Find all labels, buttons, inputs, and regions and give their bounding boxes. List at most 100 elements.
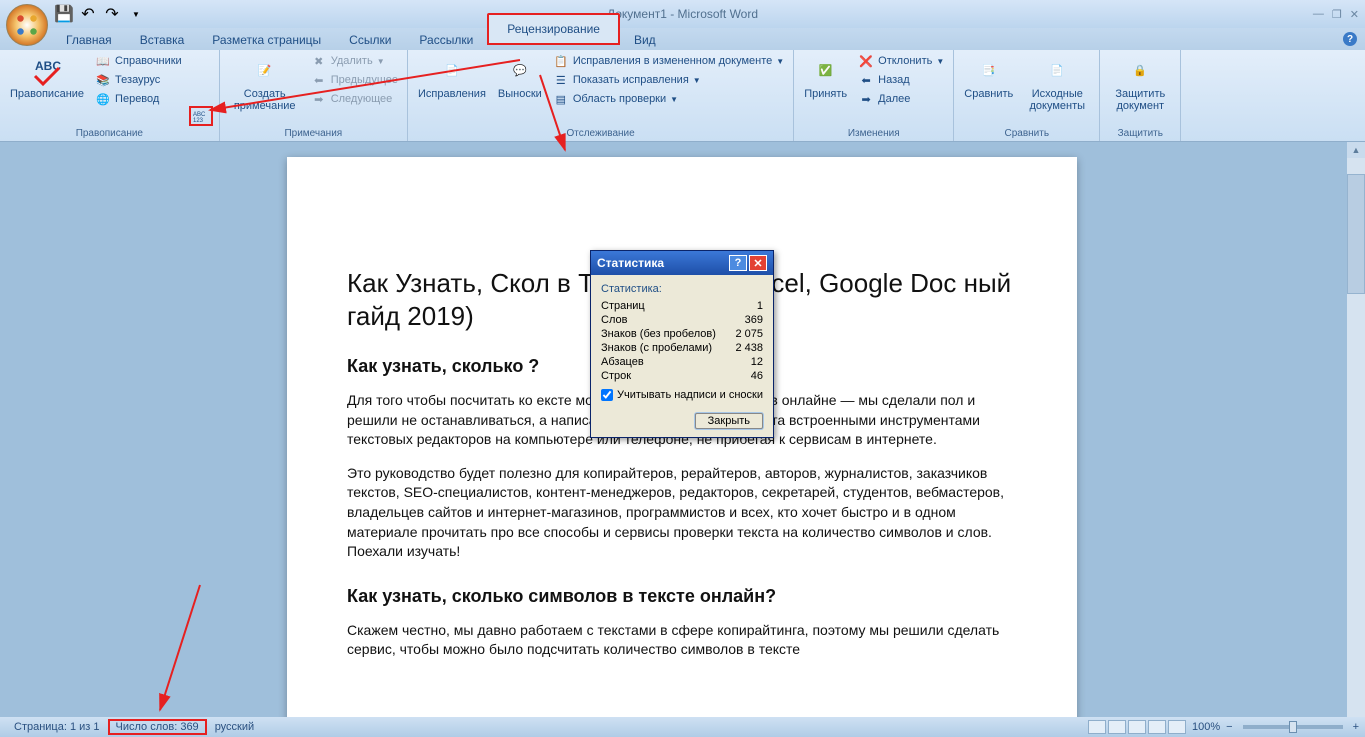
prev-change-button[interactable]: ⬅Назад bbox=[855, 71, 947, 89]
zoom-in-icon[interactable]: + bbox=[1353, 721, 1359, 733]
stat-lines: Строк46 bbox=[601, 369, 763, 383]
close-button[interactable]: Закрыть bbox=[695, 413, 763, 429]
group-proofing: ABC Правописание 📖Справочники 📚Тезаурус … bbox=[0, 50, 220, 141]
vertical-scrollbar[interactable]: ▲ bbox=[1347, 142, 1365, 717]
status-word-count[interactable]: Число слов: 369 bbox=[108, 719, 207, 735]
ribbon: ABC Правописание 📖Справочники 📚Тезаурус … bbox=[0, 50, 1365, 142]
comment-icon: 📝 bbox=[249, 54, 281, 86]
checkbox-input[interactable] bbox=[601, 389, 613, 401]
ribbon-tabs: Главная Вставка Разметка страницы Ссылки… bbox=[0, 28, 1365, 50]
display-for-review-dropdown[interactable]: 📋Исправления в измененном документе▼ bbox=[550, 52, 787, 70]
track-icon: 📄 bbox=[436, 54, 468, 86]
compare-icon: 📑 bbox=[973, 54, 1005, 86]
word-count-button[interactable]: ABC123 bbox=[189, 106, 213, 126]
back-icon: ⬅ bbox=[858, 72, 874, 88]
dialog-help-icon[interactable]: ? bbox=[729, 255, 747, 271]
tab-view[interactable]: Вид bbox=[620, 30, 670, 50]
pane-icon: ▤ bbox=[553, 91, 569, 107]
markup-icon: ☰ bbox=[553, 72, 569, 88]
stat-paragraphs: Абзацев12 bbox=[601, 355, 763, 369]
statistics-dialog: Статистика ? ✕ Статистика: Страниц1 Слов… bbox=[590, 250, 774, 438]
tab-references[interactable]: Ссылки bbox=[335, 30, 405, 50]
prev-icon: ⬅ bbox=[311, 72, 327, 88]
spelling-button[interactable]: ABC Правописание bbox=[6, 52, 88, 126]
doc-heading2b: Как узнать, сколько символов в тексте он… bbox=[347, 586, 1017, 607]
delete-icon: ✖ bbox=[311, 53, 327, 69]
maximize-icon[interactable]: ❐ bbox=[1332, 8, 1342, 21]
quick-access-toolbar: 💾 ↶ ↷ ▼ bbox=[55, 5, 145, 23]
scroll-up-icon[interactable]: ▲ bbox=[1347, 142, 1365, 158]
stat-chars-space: Знаков (с пробелами)2 438 bbox=[601, 341, 763, 355]
help-icon[interactable]: ? bbox=[1343, 32, 1357, 46]
translate-button[interactable]: 🌐Перевод bbox=[92, 90, 185, 108]
statusbar: Страница: 1 из 1 Число слов: 369 русский… bbox=[0, 717, 1365, 737]
forward-icon: ➡ bbox=[858, 91, 874, 107]
status-language[interactable]: русский bbox=[207, 721, 262, 733]
thesaurus-icon: 📚 bbox=[95, 72, 111, 88]
translate-icon: 🌐 bbox=[95, 91, 111, 107]
book-icon: 📖 bbox=[95, 53, 111, 69]
track-changes-button[interactable]: 📄 Исправления bbox=[414, 52, 490, 126]
stat-chars-nospace: Знаков (без пробелов)2 075 bbox=[601, 327, 763, 341]
show-markup-button[interactable]: ☰Показать исправления▼ bbox=[550, 71, 787, 89]
accept-icon: ✅ bbox=[810, 54, 842, 86]
reject-button[interactable]: ❌Отклонить▼ bbox=[855, 52, 947, 70]
research-button[interactable]: 📖Справочники bbox=[92, 52, 185, 70]
tab-pagelayout[interactable]: Разметка страницы bbox=[198, 30, 335, 50]
lock-icon: 🔒 bbox=[1124, 54, 1156, 86]
next-comment-button[interactable]: ➡Следующее bbox=[308, 90, 401, 108]
tab-review[interactable]: Рецензирование bbox=[487, 13, 620, 45]
thesaurus-button[interactable]: 📚Тезаурус bbox=[92, 71, 185, 89]
svg-text:123: 123 bbox=[193, 118, 204, 123]
display-icon: 📋 bbox=[553, 53, 569, 69]
reviewing-pane-button[interactable]: ▤Область проверки▼ bbox=[550, 90, 787, 108]
view-draft-icon[interactable] bbox=[1168, 720, 1186, 734]
reject-icon: ❌ bbox=[858, 53, 874, 69]
group-comments: 📝 Создать примечание ✖Удалить▼ ⬅Предыдущ… bbox=[220, 50, 408, 141]
tab-mailings[interactable]: Рассылки bbox=[405, 30, 487, 50]
show-source-button[interactable]: 📄 Исходные документы bbox=[1021, 52, 1093, 126]
view-web-icon[interactable] bbox=[1128, 720, 1146, 734]
new-comment-button[interactable]: 📝 Создать примечание bbox=[226, 52, 304, 126]
zoom-out-icon[interactable]: − bbox=[1226, 721, 1232, 733]
next-change-button[interactable]: ➡Далее bbox=[855, 90, 947, 108]
view-outline-icon[interactable] bbox=[1148, 720, 1166, 734]
office-button[interactable] bbox=[6, 4, 48, 46]
view-fullscreen-icon[interactable] bbox=[1108, 720, 1126, 734]
window-title: Документ1 - Microsoft Word bbox=[607, 7, 758, 21]
qat-dropdown-icon[interactable]: ▼ bbox=[127, 5, 145, 23]
titlebar: 💾 ↶ ↷ ▼ Документ1 - Microsoft Word — ❐ ✕ bbox=[0, 0, 1365, 28]
prev-comment-button[interactable]: ⬅Предыдущее bbox=[308, 71, 401, 89]
status-page[interactable]: Страница: 1 из 1 bbox=[6, 721, 108, 733]
sources-icon: 📄 bbox=[1041, 54, 1073, 86]
protect-button[interactable]: 🔒 Защитить документ bbox=[1106, 52, 1174, 126]
next-icon: ➡ bbox=[311, 91, 327, 107]
redo-icon[interactable]: ↷ bbox=[103, 5, 121, 23]
view-print-layout-icon[interactable] bbox=[1088, 720, 1106, 734]
dialog-titlebar[interactable]: Статистика ? ✕ bbox=[591, 251, 773, 275]
balloons-button[interactable]: 💬 Выноски bbox=[494, 52, 546, 126]
tab-home[interactable]: Главная bbox=[52, 30, 126, 50]
accept-button[interactable]: ✅ Принять bbox=[800, 52, 851, 126]
dialog-close-icon[interactable]: ✕ bbox=[749, 255, 767, 271]
scroll-thumb[interactable] bbox=[1347, 174, 1365, 294]
doc-para3: Скажем честно, мы давно работаем с текст… bbox=[347, 621, 1017, 660]
doc-para2: Это руководство будет полезно для копира… bbox=[347, 464, 1017, 562]
include-footnotes-checkbox[interactable]: Учитывать надписи и сноски bbox=[601, 389, 763, 401]
group-protect: 🔒 Защитить документ Защитить bbox=[1100, 50, 1181, 141]
minimize-icon[interactable]: — bbox=[1313, 8, 1324, 21]
close-icon[interactable]: ✕ bbox=[1350, 8, 1359, 21]
tab-insert[interactable]: Вставка bbox=[126, 30, 199, 50]
save-icon[interactable]: 💾 bbox=[55, 5, 73, 23]
compare-button[interactable]: 📑 Сравнить bbox=[960, 52, 1017, 126]
stat-pages: Страниц1 bbox=[601, 299, 763, 313]
delete-comment-button[interactable]: ✖Удалить▼ bbox=[308, 52, 401, 70]
group-compare: 📑 Сравнить 📄 Исходные документы Сравнить bbox=[954, 50, 1100, 141]
spelling-icon: ABC bbox=[31, 54, 63, 86]
balloons-icon: 💬 bbox=[504, 54, 536, 86]
group-changes: ✅ Принять ❌Отклонить▼ ⬅Назад ➡Далее Изме… bbox=[794, 50, 954, 141]
group-tracking: 📄 Исправления 💬 Выноски 📋Исправления в и… bbox=[408, 50, 794, 141]
undo-icon[interactable]: ↶ bbox=[79, 5, 97, 23]
zoom-slider[interactable] bbox=[1243, 725, 1343, 729]
status-zoom[interactable]: 100% bbox=[1192, 721, 1220, 733]
